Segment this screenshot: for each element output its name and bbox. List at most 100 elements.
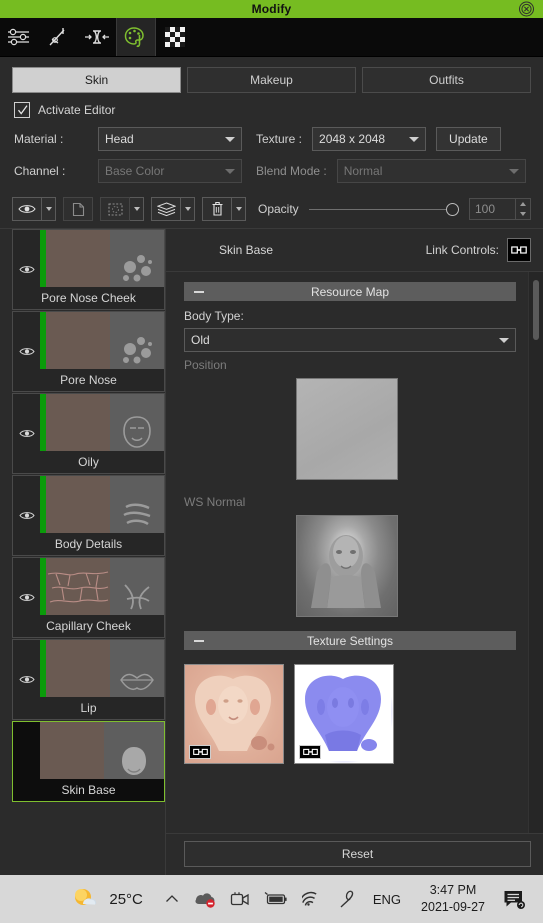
blend-mode-select[interactable]: Normal <box>336 159 526 183</box>
layer-row-lip[interactable]: Lip <box>12 639 165 720</box>
activate-editor-label: Activate Editor <box>38 103 116 117</box>
opacity-slider-knob[interactable] <box>446 202 459 216</box>
blend-mode-value: Normal <box>343 164 383 178</box>
layer-name: Capillary Cheek <box>13 615 164 637</box>
opacity-decrement[interactable] <box>516 209 530 219</box>
position-label: Position <box>184 358 227 372</box>
sculpt-icon[interactable] <box>39 18 78 56</box>
taskbar: 25°C ENG 3:47 PM 2021-09-27 <box>0 875 543 923</box>
resource-map-section-label: Resource Map <box>310 284 390 299</box>
resource-map-section-header[interactable]: Resource Map <box>184 282 516 301</box>
close-icon[interactable] <box>519 1 534 17</box>
opacity-value[interactable]: 100 <box>469 198 516 220</box>
layer-name: Pore Nose <box>13 369 164 391</box>
channel-select[interactable]: Base Color <box>98 159 242 183</box>
scrollbar-thumb[interactable] <box>533 280 539 340</box>
battery-icon[interactable] <box>257 875 295 923</box>
palette-icon[interactable] <box>117 18 156 56</box>
tab-outfits[interactable]: Outfits <box>362 67 531 93</box>
link-icon[interactable] <box>299 745 321 759</box>
activate-editor-checkbox[interactable] <box>14 102 30 118</box>
layer-row-skin-base[interactable]: Skin Base <box>12 721 165 802</box>
tab-skin[interactable]: Skin <box>12 67 181 93</box>
sun-cloud-icon[interactable] <box>65 875 105 923</box>
texture-thumbnail-row <box>166 658 528 772</box>
copy-icon[interactable] <box>63 197 93 221</box>
language-indicator[interactable]: ENG <box>363 892 411 907</box>
body-type-value: Old <box>191 333 210 347</box>
panel-body: Resource Map Body Type: Old Position WS … <box>166 272 528 833</box>
layer-row-body-details[interactable]: Body Details <box>12 475 165 556</box>
pen-icon[interactable] <box>329 875 363 923</box>
diffuse-texture-thumbnail[interactable] <box>184 664 284 764</box>
adjust-sliders-icon[interactable] <box>0 18 39 56</box>
blend-mode-label: Blend Mode : <box>256 164 327 178</box>
marquee-select-icon[interactable] <box>100 197 130 221</box>
mesh-constrain-icon[interactable] <box>78 18 117 56</box>
layer-row-pore-nose[interactable]: Pore Nose <box>12 311 165 392</box>
opacity-increment[interactable] <box>516 199 530 209</box>
position-map-thumbnail[interactable] <box>296 378 398 480</box>
reset-button[interactable]: Reset <box>184 841 531 867</box>
normal-texture-thumbnail[interactable] <box>294 664 394 764</box>
visibility-dropdown-arrow[interactable] <box>42 197 56 221</box>
clock-date: 2021-09-27 <box>421 900 485 914</box>
panel-scroll-area: Resource Map Body Type: Old Position WS … <box>166 272 543 833</box>
clock-time: 3:47 PM <box>429 883 477 898</box>
opacity-slider[interactable] <box>308 198 459 220</box>
layer-row-capillary-cheek[interactable]: Capillary Cheek <box>12 557 165 638</box>
channel-value: Base Color <box>105 164 165 178</box>
link-icon[interactable] <box>189 745 211 759</box>
texture-label: Texture : <box>256 132 303 146</box>
notifications-icon[interactable] <box>495 875 533 923</box>
material-label: Material : <box>14 132 64 146</box>
activate-editor-row: Activate Editor <box>0 93 543 118</box>
modify-window: Modify Skin Makeup Outfits Activate Edit… <box>0 0 543 923</box>
layer-name: Oily <box>13 451 164 473</box>
trash-icon[interactable] <box>202 197 232 221</box>
wifi-icon[interactable] <box>295 875 329 923</box>
body-type-select[interactable]: Old <box>184 328 516 352</box>
panel-scrollbar[interactable] <box>528 272 543 833</box>
body-type-label: Body Type: <box>184 309 244 323</box>
checkerboard-icon[interactable] <box>156 18 195 56</box>
chevron-up-icon[interactable] <box>157 875 187 923</box>
texture-settings-section-header[interactable]: Texture Settings <box>184 631 516 650</box>
material-value: Head <box>105 132 134 146</box>
layer-row-pore-nose-cheek[interactable]: Pore Nose Cheek <box>12 229 165 310</box>
opacity-label: Opacity <box>258 202 299 216</box>
collapse-icon <box>194 639 204 642</box>
tab-makeup[interactable]: Makeup <box>187 67 356 93</box>
texture-size-value: 2048 x 2048 <box>319 132 386 146</box>
clock[interactable]: 3:47 PM 2021-09-27 <box>411 875 495 923</box>
ws-normal-label: WS Normal <box>184 495 246 509</box>
layer-name: Pore Nose Cheek <box>13 287 164 309</box>
texture-size-select[interactable]: 2048 x 2048 <box>312 127 427 151</box>
merge-layers-icon[interactable] <box>151 197 181 221</box>
link-controls-group: Link Controls: <box>426 238 531 262</box>
material-select[interactable]: Head <box>98 127 242 151</box>
eye-icon[interactable] <box>12 197 42 221</box>
layer-row-oily[interactable]: Oily <box>12 393 165 474</box>
channel-row: Channel : Base Color Blend Mode : Normal <box>14 158 529 184</box>
link-icon[interactable] <box>507 238 531 262</box>
delete-dropdown-arrow[interactable] <box>232 197 246 221</box>
merge-dropdown-arrow[interactable] <box>181 197 195 221</box>
material-row: Material : Head Texture : 2048 x 2048 Up… <box>14 126 529 152</box>
chevron-down-icon <box>409 136 420 142</box>
tool-bar <box>0 18 543 57</box>
panel-title: Skin Base <box>218 243 274 257</box>
opacity-spinner-arrows <box>516 198 531 220</box>
cloud-error-icon[interactable] <box>187 875 223 923</box>
window-title: Modify <box>251 2 292 16</box>
texture-settings-section-label: Texture Settings <box>306 633 394 648</box>
ws-normal-map-thumbnail[interactable] <box>296 515 398 617</box>
temperature-label: 25°C <box>109 890 143 908</box>
opacity-slider-track <box>308 208 459 210</box>
select-dropdown-arrow[interactable] <box>130 197 144 221</box>
collapse-icon <box>194 290 204 293</box>
update-button[interactable]: Update <box>436 127 501 151</box>
opacity-stepper[interactable]: 100 <box>469 198 531 220</box>
camera-icon[interactable] <box>223 875 257 923</box>
layer-name: Body Details <box>13 533 164 555</box>
